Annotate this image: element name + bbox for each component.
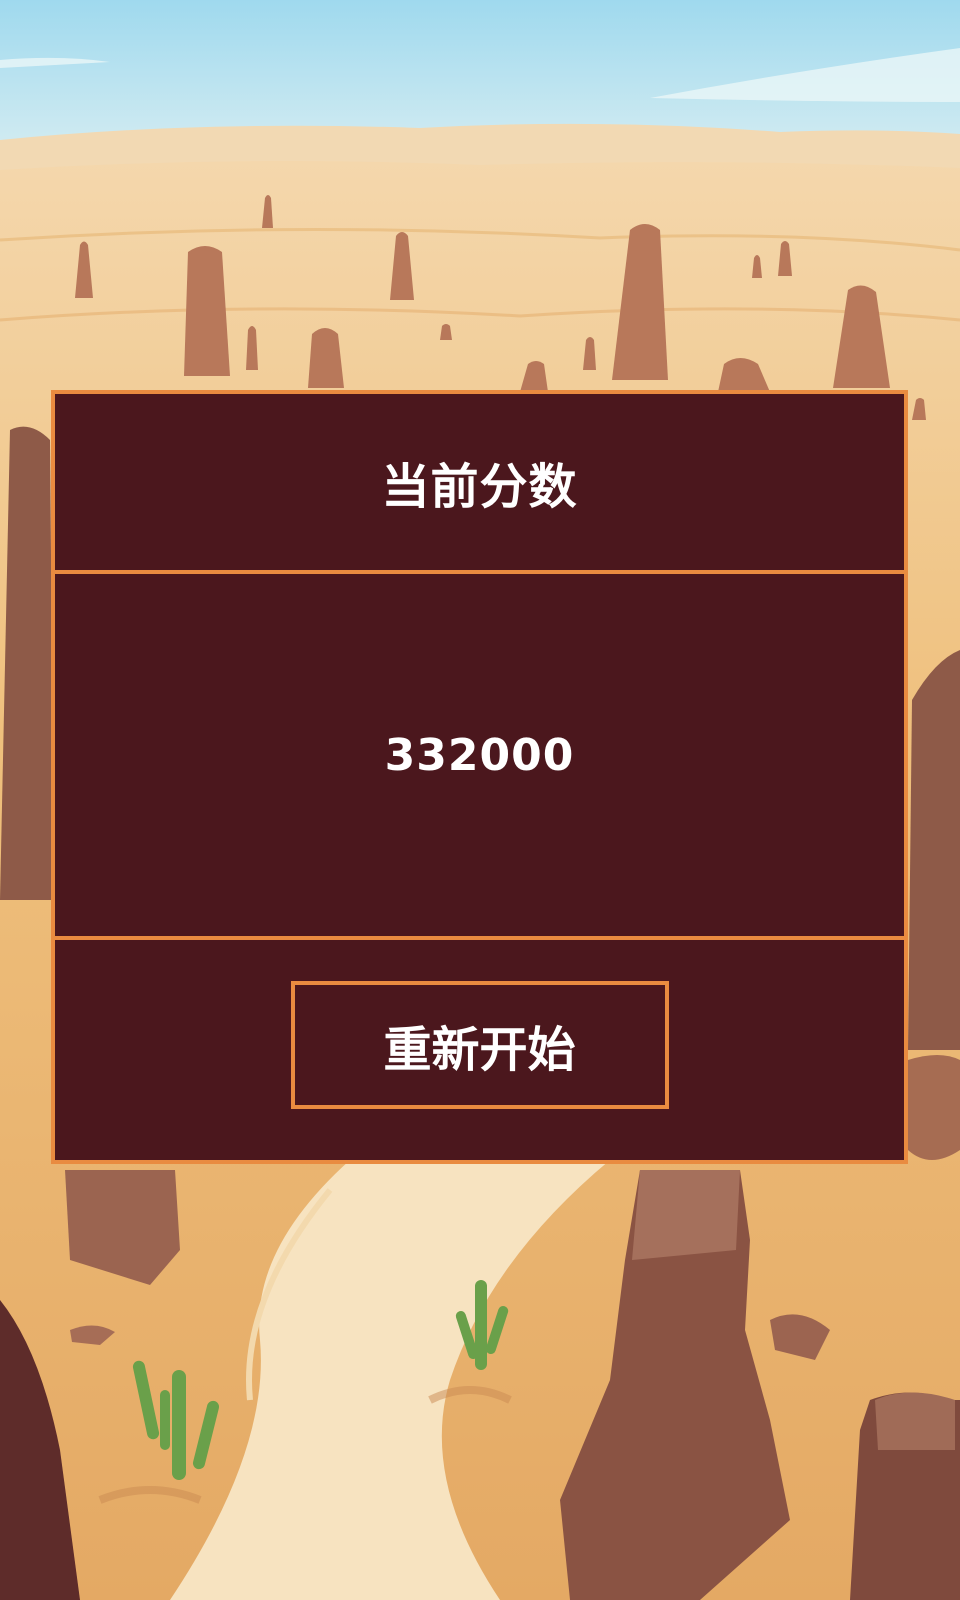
score-title-section: 当前分数 bbox=[55, 394, 904, 574]
restart-button[interactable]: 重新开始 bbox=[290, 981, 669, 1109]
score-value-section: 332000 bbox=[55, 574, 904, 940]
score-value: 332000 bbox=[384, 729, 575, 781]
restart-section: 重新开始 bbox=[55, 940, 904, 1164]
score-panel: 当前分数 332000 重新开始 bbox=[51, 390, 908, 1164]
score-title: 当前分数 bbox=[381, 459, 578, 515]
game-stage: 当前分数 332000 重新开始 bbox=[0, 0, 960, 1600]
